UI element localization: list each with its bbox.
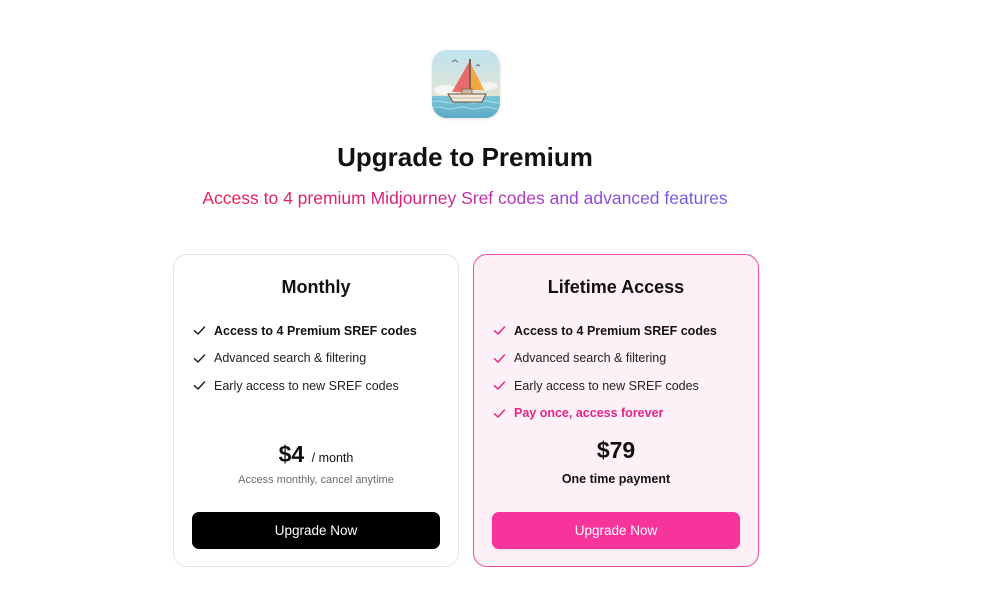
plan-title: Monthly — [281, 277, 351, 297]
feature-item: Early access to new SREF codes — [493, 372, 717, 400]
feature-item: Access to 4 Premium SREF codes — [493, 317, 717, 345]
feature-label: Early access to new SREF codes — [214, 378, 399, 393]
feature-item: Early access to new SREF codes — [193, 372, 417, 400]
price-display: $4 / month — [174, 441, 458, 468]
checkmark-icon — [493, 324, 506, 337]
checkmark-icon — [493, 352, 506, 365]
price-note: One time payment — [561, 472, 671, 486]
feature-item: Pay once, access forever — [493, 400, 717, 428]
price-amount: $79 — [596, 437, 636, 463]
feature-item: Advanced search & filtering — [193, 345, 417, 373]
feature-label: Advanced search & filtering — [514, 351, 667, 366]
monthly-plan-card: Monthly Access to 4 Premium SREF codes A… — [173, 254, 459, 567]
feature-label: Pay once, access forever — [514, 406, 664, 421]
monthly-upgrade-button[interactable]: Upgrade Now — [192, 512, 440, 549]
page-subtitle: Access to 4 premium Midjourney Sref code… — [0, 188, 930, 209]
checkmark-icon — [193, 379, 206, 392]
feature-label: Advanced search & filtering — [214, 351, 367, 366]
subtitle-text: Access to 4 premium Midjourney Sref code… — [202, 188, 728, 208]
checkmark-icon — [493, 407, 506, 420]
feature-list: Access to 4 Premium SREF codes Advanced … — [193, 317, 417, 400]
lifetime-plan-card: Lifetime Access Access to 4 Premium SREF… — [473, 254, 759, 567]
feature-label: Access to 4 Premium SREF codes — [214, 323, 417, 338]
feature-item: Advanced search & filtering — [493, 345, 717, 373]
lifetime-upgrade-button[interactable]: Upgrade Now — [492, 512, 740, 549]
price-display: $79 — [474, 437, 758, 464]
checkmark-icon — [493, 379, 506, 392]
feature-label: Access to 4 Premium SREF codes — [514, 323, 717, 338]
page-title: Upgrade to Premium — [337, 142, 593, 172]
checkmark-icon — [193, 352, 206, 365]
plan-title: Lifetime Access — [547, 277, 685, 297]
price-amount: $4 — [278, 441, 305, 467]
checkmark-icon — [193, 324, 206, 337]
feature-list: Access to 4 Premium SREF codes Advanced … — [493, 317, 717, 427]
price-period: / month — [311, 451, 354, 465]
price-note: Access monthly, cancel anytime — [238, 474, 394, 486]
sailboat-app-icon — [432, 50, 500, 118]
feature-item: Access to 4 Premium SREF codes — [193, 317, 417, 345]
feature-label: Early access to new SREF codes — [514, 378, 699, 393]
